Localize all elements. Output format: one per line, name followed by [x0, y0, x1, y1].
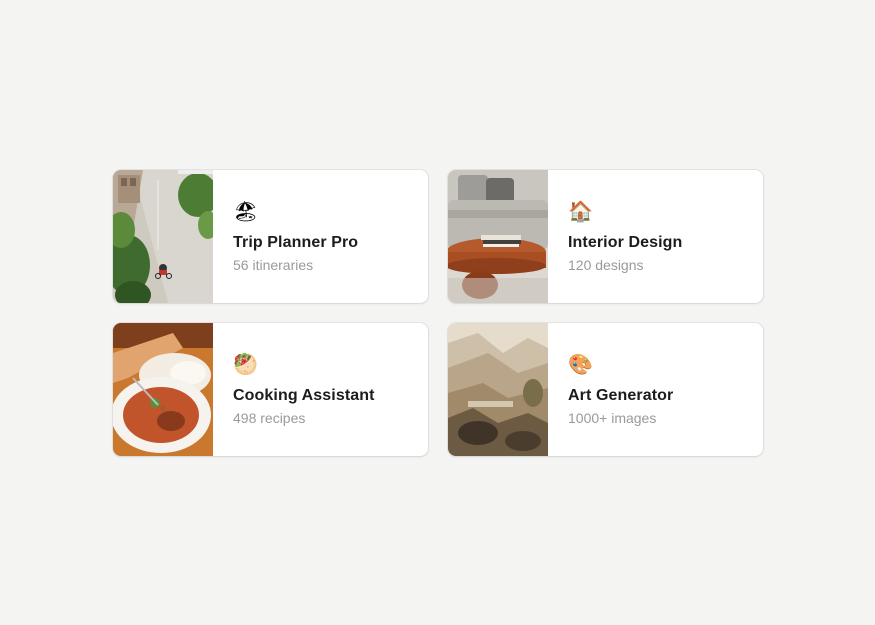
card-subtitle: 498 recipes	[233, 410, 306, 426]
card-cooking-assistant[interactable]: 🥙 Cooking Assistant 498 recipes	[113, 323, 428, 456]
card-body: 🏠 Interior Design 120 designs	[548, 170, 763, 303]
living-room-photo	[448, 170, 548, 303]
card-title: Cooking Assistant	[233, 387, 375, 404]
landscape-painting-photo	[448, 323, 548, 456]
card-grid: 🏖 Trip Planner Pro 56 itineraries 🏠 Inte…	[113, 170, 763, 456]
card-art-generator[interactable]: 🎨 Art Generator 1000+ images	[448, 323, 763, 456]
card-subtitle: 56 itineraries	[233, 257, 314, 273]
card-subtitle: 1000+ images	[568, 410, 657, 426]
card-title: Trip Planner Pro	[233, 234, 359, 251]
card-body: 🥙 Cooking Assistant 498 recipes	[213, 323, 428, 456]
street-scene-photo	[113, 170, 213, 303]
card-subtitle: 120 designs	[568, 257, 644, 273]
card-body: 🎨 Art Generator 1000+ images	[548, 323, 763, 456]
soup-bowl-photo	[113, 323, 213, 456]
card-interior-design[interactable]: 🏠 Interior Design 120 designs	[448, 170, 763, 303]
house-icon: 🏠	[568, 199, 593, 223]
card-title: Interior Design	[568, 234, 683, 251]
card-body: 🏖 Trip Planner Pro 56 itineraries	[213, 170, 428, 303]
card-trip-planner[interactable]: 🏖 Trip Planner Pro 56 itineraries	[113, 170, 428, 303]
palette-icon: 🎨	[568, 352, 593, 376]
card-title: Art Generator	[568, 387, 674, 404]
food-icon: 🥙	[233, 352, 258, 376]
beach-umbrella-icon: 🏖	[233, 199, 259, 223]
